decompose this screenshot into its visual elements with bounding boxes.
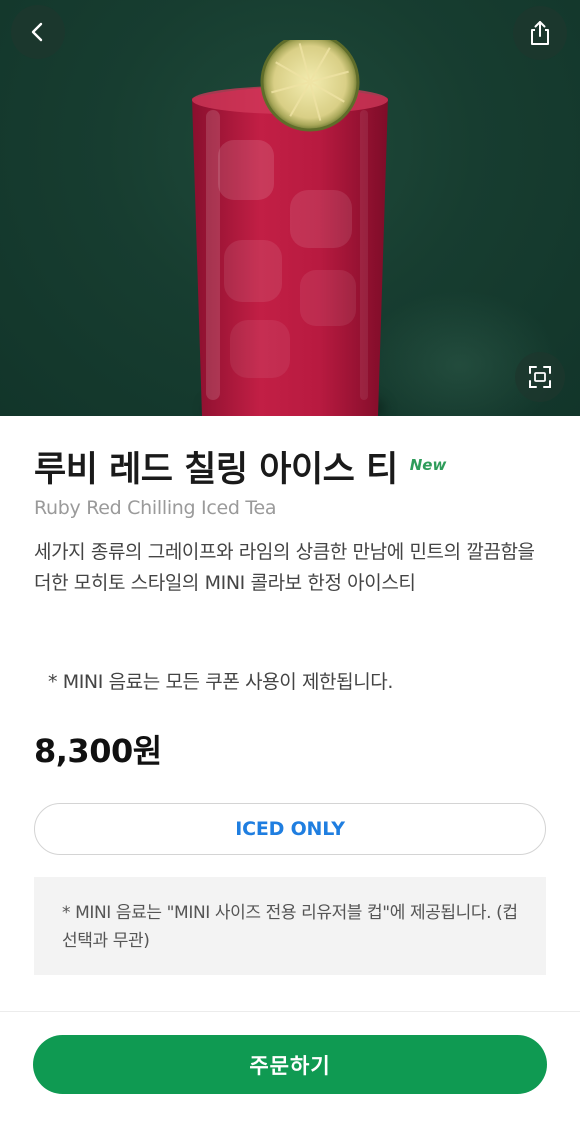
expand-icon bbox=[529, 366, 551, 388]
title-row: 루비 레드 칠링 아이스 티 New bbox=[34, 448, 446, 492]
iced-tea-glass-image bbox=[192, 40, 388, 416]
back-button[interactable] bbox=[11, 5, 65, 59]
coupon-notice: * MINI 음료는 모든 쿠폰 사용이 제한됩니다. bbox=[48, 671, 393, 693]
product-detail-screen: 루비 레드 칠링 아이스 티 New Ruby Red Chilling Ice… bbox=[0, 0, 580, 1133]
order-button[interactable]: 주문하기 bbox=[33, 1035, 547, 1094]
share-button[interactable] bbox=[513, 6, 567, 60]
share-icon bbox=[531, 21, 549, 45]
product-price: 8,300원 bbox=[34, 732, 162, 770]
expand-image-button[interactable] bbox=[515, 352, 565, 402]
chevron-left-icon bbox=[31, 22, 43, 42]
new-badge: New bbox=[409, 456, 447, 474]
cup-info-box: * MINI 음료는 "MINI 사이즈 전용 리유저블 컵"에 제공됩니다. … bbox=[34, 877, 546, 975]
product-title: 루비 레드 칠링 아이스 티 bbox=[34, 450, 398, 490]
product-english-name: Ruby Red Chilling Iced Tea bbox=[34, 497, 277, 519]
product-hero-image bbox=[0, 0, 580, 416]
bottom-divider bbox=[0, 1011, 580, 1012]
iced-only-option[interactable]: ICED ONLY bbox=[34, 803, 546, 855]
product-description: 세가지 종류의 그레이프와 라임의 상큼한 만남에 민트의 깔끔함을 더한 모히… bbox=[34, 541, 535, 594]
